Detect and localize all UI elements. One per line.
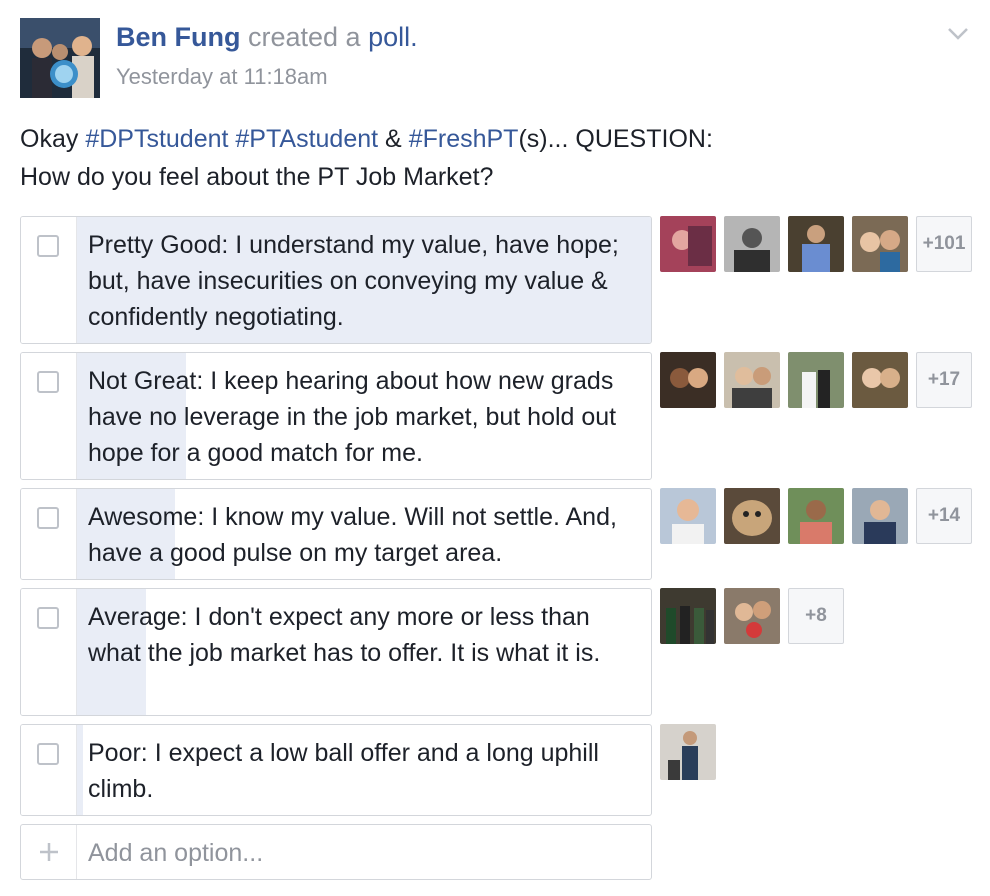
voter-avatar[interactable] [788,216,844,272]
more-voters-button[interactable]: +8 [788,588,844,644]
voter-avatar[interactable] [788,488,844,544]
chevron-down-icon[interactable] [946,26,970,42]
voter-avatar[interactable] [852,488,908,544]
hashtag-ptastudent[interactable]: #PTAstudent [235,125,378,153]
poll-option-label: Average: I don't expect any more or less… [88,603,601,667]
poll-option-label: Awesome: I know my value. Will not settl… [88,503,617,567]
post-text-line-2: How do you feel about the PT Job Market? [20,163,494,191]
poll-option-checkbox[interactable] [37,507,59,529]
poll-option-checkbox[interactable] [37,743,59,765]
poll-option-label: Pretty Good: I understand my value, have… [88,231,619,331]
voter-avatar[interactable] [788,352,844,408]
poll-option[interactable]: Pretty Good: I understand my value, have… [20,216,652,344]
poll-option-label: Poor: I expect a low ball offer and a lo… [88,739,599,803]
poll-option-checkbox[interactable] [37,607,59,629]
poll-option[interactable]: Poor: I expect a low ball offer and a lo… [20,724,652,816]
poll-option[interactable]: Average: I don't expect any more or less… [20,588,652,716]
voter-avatar[interactable] [852,352,908,408]
hashtag-dptstudent[interactable]: #DPTstudent [85,125,228,153]
post-header: Ben Fung created a poll. Yesterday at 11… [20,18,970,100]
voter-avatar[interactable] [852,216,908,272]
post-text-prefix: Okay [20,125,79,153]
add-option-row [20,824,652,880]
more-voters-button[interactable]: +101 [916,216,972,272]
poll-option-checkbox[interactable] [37,371,59,393]
more-voters-button[interactable]: +17 [916,352,972,408]
voter-avatar[interactable] [660,588,716,644]
hashtag-freshpt[interactable]: #FreshPT [409,125,519,153]
action-text: created a [248,22,361,52]
voter-avatar[interactable] [724,488,780,544]
voter-avatar[interactable] [724,216,780,272]
add-option-input[interactable] [88,835,628,871]
poll-option[interactable]: Not Great: I keep hearing about how new … [20,352,652,480]
poll-link[interactable]: poll. [368,22,418,52]
poll-option-label: Not Great: I keep hearing about how new … [88,367,617,467]
voter-avatar[interactable] [660,352,716,408]
post-timestamp[interactable]: Yesterday at 11:18am [116,64,328,90]
voter-avatar[interactable] [660,724,716,780]
author-name[interactable]: Ben Fung [116,22,240,52]
post-text-amp: & [385,125,402,153]
voter-avatar[interactable] [724,352,780,408]
poll-option[interactable]: Awesome: I know my value. Will not settl… [20,488,652,580]
poll-option-checkbox[interactable] [37,235,59,257]
post-text: Okay #DPTstudent #PTAstudent & #FreshPT(… [20,120,960,196]
author-line: Ben Fung created a poll. [116,22,418,53]
post-text-suffix: (s)... QUESTION: [518,125,713,153]
voter-avatar[interactable] [724,588,780,644]
plus-icon[interactable] [21,825,77,879]
more-voters-button[interactable]: +14 [916,488,972,544]
voter-avatar[interactable] [660,488,716,544]
post-text-line-1: Okay #DPTstudent #PTAstudent & #FreshPT(… [20,120,960,158]
voter-avatar[interactable] [660,216,716,272]
author-avatar[interactable] [20,18,100,98]
